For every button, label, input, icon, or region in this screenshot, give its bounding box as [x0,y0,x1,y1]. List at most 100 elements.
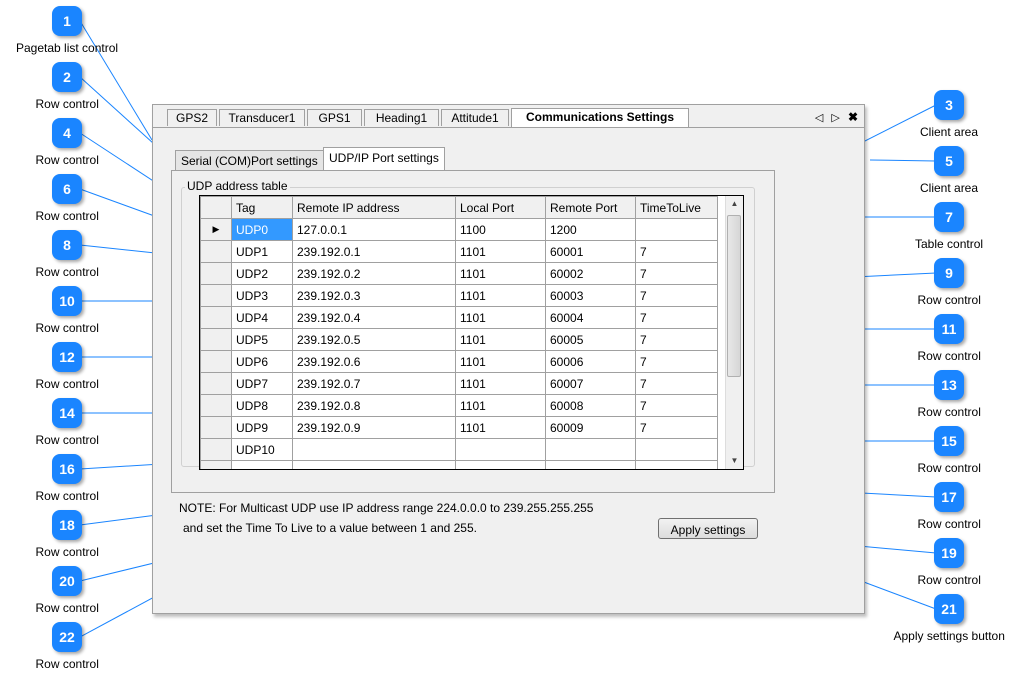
table-cell[interactable]: 60007 [545,372,636,395]
table-cell[interactable]: 7 [635,350,718,373]
column-header-remote-port[interactable]: Remote Port [545,196,636,219]
table-cell[interactable] [635,460,718,469]
table-cell[interactable]: UDP4 [231,306,293,329]
row-header[interactable]: ▶ [200,218,232,241]
table-cell[interactable]: 7 [635,328,718,351]
table-cell[interactable]: UDP5 [231,328,293,351]
table-cell[interactable] [231,460,293,469]
table-cell[interactable]: 239.192.0.9 [292,416,456,439]
table-cell[interactable]: 239.192.0.5 [292,328,456,351]
table-cell[interactable]: 239.192.0.2 [292,262,456,285]
table-cell[interactable]: 239.192.0.6 [292,350,456,373]
page-tab-transducer1[interactable]: Transducer1 [219,109,305,126]
scrollbar-thumb[interactable] [727,215,741,377]
table-cell[interactable]: 7 [635,394,718,417]
table-cell[interactable]: UDP3 [231,284,293,307]
table-cell[interactable] [455,460,546,469]
table-cell[interactable]: 1101 [455,350,546,373]
table-row[interactable] [200,460,718,469]
table-cell[interactable] [292,460,456,469]
table-cell[interactable]: 1101 [455,328,546,351]
table-cell[interactable]: 60001 [545,240,636,263]
table-cell[interactable]: 239.192.0.1 [292,240,456,263]
table-cell[interactable]: 1101 [455,284,546,307]
row-header[interactable] [200,262,232,285]
table-cell[interactable]: 1100 [455,218,546,241]
apply-settings-button[interactable]: Apply settings [658,518,758,539]
udp-address-table[interactable]: Tag Remote IP address Local Port Remote … [199,195,744,470]
table-cell[interactable] [292,438,456,461]
table-cell[interactable]: UDP9 [231,416,293,439]
table-cell[interactable]: 7 [635,306,718,329]
table-row[interactable]: UDP9 239.192.0.9 1101 60009 7 [200,416,718,439]
table-row[interactable]: UDP5 239.192.0.5 1101 60005 7 [200,328,718,351]
table-cell[interactable]: UDP10 [231,438,293,461]
table-cell[interactable]: 1101 [455,240,546,263]
table-cell[interactable] [635,218,718,241]
table-cell[interactable]: 60005 [545,328,636,351]
table-row[interactable]: UDP3 239.192.0.3 1101 60003 7 [200,284,718,307]
page-tab-gps2[interactable]: GPS2 [167,109,217,126]
column-header-local-port[interactable]: Local Port [455,196,546,219]
table-cell[interactable]: 60006 [545,350,636,373]
row-header[interactable] [200,416,232,439]
table-cell[interactable]: 1101 [455,372,546,395]
table-row[interactable]: UDP10 [200,438,718,461]
table-row[interactable]: UDP7 239.192.0.7 1101 60007 7 [200,372,718,395]
row-header[interactable] [200,372,232,395]
table-cell[interactable]: 1101 [455,306,546,329]
column-header-ttl[interactable]: TimeToLive [635,196,718,219]
table-cell[interactable]: UDP2 [231,262,293,285]
table-cell[interactable]: 7 [635,284,718,307]
scroll-right-icon[interactable]: ▷ [831,112,839,124]
table-cell[interactable] [455,438,546,461]
table-cell[interactable] [545,438,636,461]
table-cell[interactable]: 60004 [545,306,636,329]
table-cell[interactable]: 7 [635,372,718,395]
table-row[interactable]: UDP8 239.192.0.8 1101 60008 7 [200,394,718,417]
row-header[interactable] [200,350,232,373]
table-cell[interactable]: 239.192.0.8 [292,394,456,417]
sub-tab-udp-ip-port[interactable]: UDP/IP Port settings [323,147,445,171]
table-cell[interactable]: 60009 [545,416,636,439]
table-cell[interactable]: 127.0.0.1 [292,218,456,241]
scroll-down-icon[interactable]: ▼ [726,453,743,469]
table-cell[interactable]: 7 [635,262,718,285]
close-icon[interactable]: ✖ [848,110,858,124]
table-cell[interactable] [545,460,636,469]
table-cell[interactable]: 60008 [545,394,636,417]
row-header[interactable] [200,240,232,263]
table-cell[interactable]: 239.192.0.4 [292,306,456,329]
table-cell[interactable]: 1101 [455,394,546,417]
table-row[interactable]: ▶ UDP0 127.0.0.1 1100 1200 [200,218,718,241]
table-cell[interactable]: UDP7 [231,372,293,395]
table-cell[interactable]: 7 [635,416,718,439]
row-header[interactable] [200,460,232,469]
page-tab-attitude1[interactable]: Attitude1 [441,109,509,126]
row-header[interactable] [200,306,232,329]
page-tab-heading1[interactable]: Heading1 [364,109,439,126]
vertical-scrollbar[interactable]: ▲ ▼ [725,196,743,469]
table-cell[interactable]: 60002 [545,262,636,285]
sub-tab-serial-port[interactable]: Serial (COM)Port settings [175,150,324,171]
table-cell[interactable] [635,438,718,461]
page-tab-communications-settings[interactable]: Communications Settings [511,108,689,127]
table-cell[interactable]: 60003 [545,284,636,307]
table-cell[interactable]: 239.192.0.3 [292,284,456,307]
table-cell[interactable]: 1101 [455,262,546,285]
row-header[interactable] [200,328,232,351]
page-tab-gps1[interactable]: GPS1 [307,109,362,126]
table-row[interactable]: UDP6 239.192.0.6 1101 60006 7 [200,350,718,373]
table-cell[interactable]: 239.192.0.7 [292,372,456,395]
table-cell[interactable]: UDP8 [231,394,293,417]
table-cell[interactable]: 1101 [455,416,546,439]
scroll-up-icon[interactable]: ▲ [726,196,743,212]
table-cell[interactable]: UDP6 [231,350,293,373]
table-cell[interactable]: 1200 [545,218,636,241]
row-header[interactable] [200,284,232,307]
table-row[interactable]: UDP1 239.192.0.1 1101 60001 7 [200,240,718,263]
table-row[interactable]: UDP2 239.192.0.2 1101 60002 7 [200,262,718,285]
scroll-left-icon[interactable]: ◁ [815,112,823,124]
row-header[interactable] [200,394,232,417]
table-cell[interactable]: 7 [635,240,718,263]
